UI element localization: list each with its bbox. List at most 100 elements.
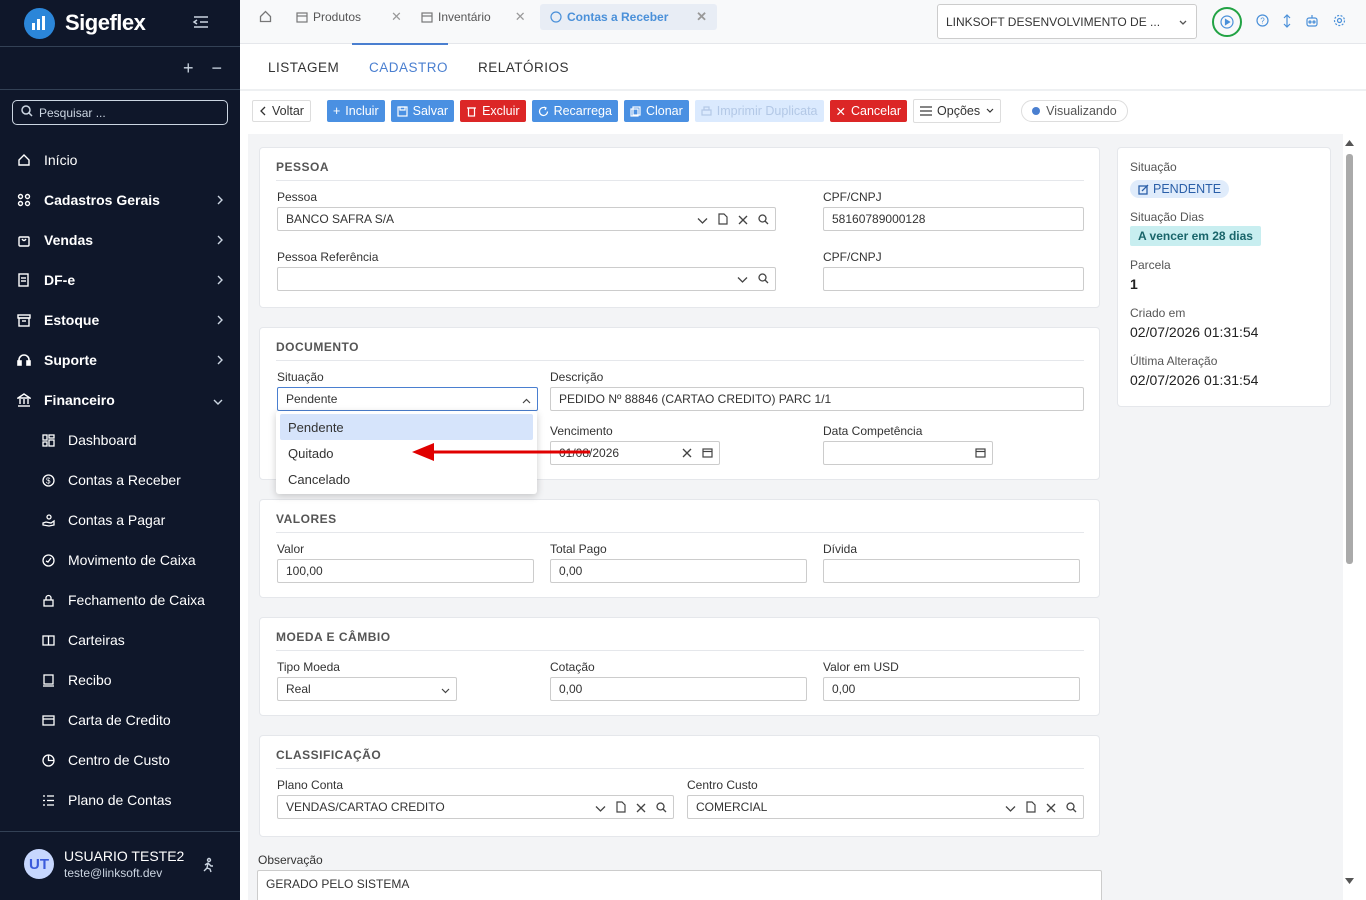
pessoa-field[interactable]: BANCO SAFRA S/A (277, 207, 776, 231)
sidebar-item-contas-pagar[interactable]: Contas a Pagar (0, 500, 240, 540)
add-button[interactable]: + Incluir (326, 100, 385, 122)
expand-all-icon[interactable]: + (183, 58, 194, 79)
chevron-down-icon[interactable] (737, 273, 748, 287)
sidebar-search-input[interactable] (39, 105, 219, 120)
robot-icon[interactable] (1305, 14, 1319, 30)
cpf-referencia-field[interactable] (823, 267, 1084, 291)
clear-icon[interactable] (682, 447, 692, 461)
scroll-up-icon[interactable] (1345, 140, 1354, 146)
receipt-icon (40, 672, 56, 688)
dollar-circle-icon (550, 11, 562, 23)
gauge-icon (40, 552, 56, 568)
tab-listagem[interactable]: LISTAGEM (268, 60, 339, 75)
gear-icon[interactable] (1333, 14, 1346, 30)
scrollbar[interactable] (1343, 134, 1366, 900)
sidebar-item-dashboard[interactable]: Dashboard (0, 420, 240, 460)
plano-conta-field[interactable]: VENDAS/CARTAO CREDITO (277, 795, 674, 819)
play-button[interactable] (1212, 7, 1242, 37)
observacao-textarea[interactable]: GERADO PELO SISTEMA (257, 870, 1102, 900)
centro-custo-field[interactable]: COMERCIAL (687, 795, 1084, 819)
sidebar-item-dfe[interactable]: DF-e (0, 260, 240, 300)
tab-inventario[interactable]: Inventário ✕ (421, 4, 526, 30)
vencimento-field[interactable]: 01/08/2026 (550, 441, 720, 465)
file-icon[interactable] (1026, 801, 1036, 816)
sidebar-item-movimento-caixa[interactable]: Movimento de Caixa (0, 540, 240, 580)
chevron-down-icon[interactable] (595, 802, 606, 816)
tab-cadastro[interactable]: CADASTRO (369, 60, 448, 75)
close-icon[interactable]: ✕ (696, 9, 707, 25)
search-icon[interactable] (1066, 801, 1077, 816)
chevron-right-icon (216, 313, 224, 329)
competencia-field[interactable] (823, 441, 993, 465)
sidebar-item-vendas[interactable]: Vendas (0, 220, 240, 260)
divida-field[interactable] (823, 559, 1080, 583)
clone-button[interactable]: Clonar (623, 100, 689, 122)
chevron-down-icon[interactable] (1005, 802, 1016, 816)
avatar: UT (24, 849, 54, 879)
sort-icon[interactable] (1283, 13, 1291, 31)
valor-field[interactable]: 100,00 (277, 559, 534, 583)
sidebar-item-suporte[interactable]: Suporte (0, 340, 240, 380)
search-icon[interactable] (656, 801, 667, 816)
tab-produtos[interactable]: Produtos ✕ (296, 4, 402, 30)
chevron-down-icon[interactable] (697, 214, 708, 228)
print-duplicate-button[interactable]: Imprimir Duplicata (694, 100, 824, 122)
scroll-down-icon[interactable] (1345, 878, 1354, 884)
sidebar-item-fechamento-caixa[interactable]: Fechamento de Caixa (0, 580, 240, 620)
tab-relatorios[interactable]: RELATÓRIOS (478, 60, 569, 75)
close-icon[interactable]: ✕ (515, 9, 526, 25)
sidebar-item-centro-custo[interactable]: Centro de Custo (0, 740, 240, 780)
sidebar-item-cadastros[interactable]: Cadastros Gerais (0, 180, 240, 220)
sidebar-item-carteiras[interactable]: Carteiras (0, 620, 240, 660)
scrollbar-thumb[interactable] (1346, 154, 1353, 564)
home-tab-icon[interactable] (259, 10, 272, 26)
close-icon[interactable]: ✕ (391, 9, 402, 25)
dashboard-icon (40, 432, 56, 448)
valor-usd-field[interactable]: 0,00 (823, 677, 1080, 701)
clear-icon[interactable] (738, 214, 748, 228)
sidebar-item-financeiro[interactable]: Financeiro (0, 380, 240, 420)
sidebar-item-carta-credito[interactable]: Carta de Credito (0, 700, 240, 740)
calendar-icon[interactable] (975, 447, 986, 461)
reload-button[interactable]: Recarrega (531, 100, 618, 122)
tab-contas-receber[interactable]: Contas a Receber ✕ (540, 4, 717, 30)
user-profile[interactable]: UT USUARIO TESTE2 teste@linksoft.dev (24, 848, 184, 880)
collapse-all-icon[interactable]: − (211, 58, 222, 79)
save-button[interactable]: Salvar (390, 100, 455, 122)
sidebar-item-plano-contas[interactable]: Plano de Contas (0, 780, 240, 820)
cancel-button[interactable]: ✕ Cancelar (829, 100, 908, 122)
sidebar-item-recibo[interactable]: Recibo (0, 660, 240, 700)
pessoa-referencia-field[interactable] (277, 267, 776, 291)
chevron-up-icon (522, 393, 531, 407)
total-pago-field[interactable]: 0,00 (550, 559, 807, 583)
sidebar-search[interactable] (12, 100, 228, 125)
sidebar-item-estoque[interactable]: Estoque (0, 300, 240, 340)
file-icon[interactable] (718, 213, 728, 228)
option-cancelado[interactable]: Cancelado (280, 466, 533, 492)
back-button[interactable]: Voltar (252, 100, 311, 122)
descricao-field[interactable]: PEDIDO Nº 88846 (CARTAO CREDITO) PARC 1/… (550, 387, 1084, 411)
help-icon[interactable]: ? (1256, 14, 1269, 30)
option-quitado[interactable]: Quitado (280, 440, 533, 466)
situacao-select[interactable]: Pendente (277, 387, 538, 411)
search-icon[interactable] (758, 213, 769, 228)
cotacao-field[interactable]: 0,00 (550, 677, 807, 701)
tipo-moeda-select[interactable]: Real (277, 677, 457, 701)
delete-button[interactable]: Excluir (460, 100, 526, 122)
sidebar-item-contas-receber[interactable]: $ Contas a Receber (0, 460, 240, 500)
calendar-icon[interactable] (702, 447, 713, 461)
chevron-right-icon (216, 193, 224, 209)
clear-icon[interactable] (636, 802, 646, 816)
search-icon[interactable] (758, 273, 769, 287)
clear-icon[interactable] (1046, 802, 1056, 816)
collapse-sidebar-icon[interactable] (192, 13, 210, 34)
logout-icon[interactable] (200, 857, 216, 876)
file-icon[interactable] (616, 801, 626, 816)
options-button[interactable]: Opções (913, 99, 1002, 123)
cpf-field[interactable]: 58160789000128 (823, 207, 1084, 231)
svg-text:$: $ (46, 476, 51, 485)
tab-icon (421, 11, 433, 23)
option-pendente[interactable]: Pendente (280, 414, 533, 440)
company-select[interactable]: LINKSOFT DESENVOLVIMENTO DE ... (937, 4, 1197, 39)
sidebar-item-inicio[interactable]: Início (0, 140, 240, 180)
